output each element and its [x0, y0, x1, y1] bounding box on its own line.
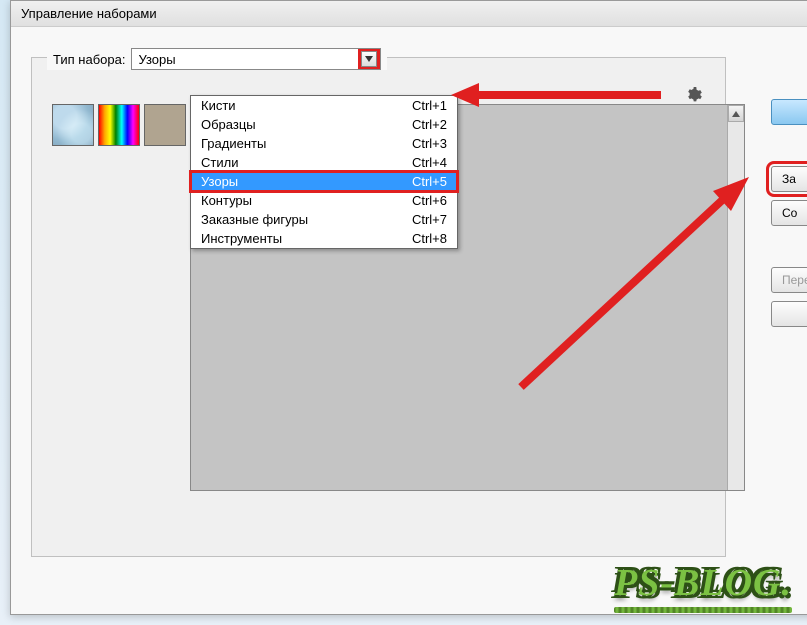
watermark-text: PS-BLOG.	[614, 561, 792, 605]
delete-button	[771, 301, 807, 327]
preset-type-combo[interactable]: Узоры	[131, 48, 381, 70]
preset-manager-window: Управление наборами Тип набора: Узоры	[10, 0, 807, 615]
dropdown-item-swatches[interactable]: Образцы Ctrl+2	[191, 115, 457, 134]
dropdown-item-custom-shapes[interactable]: Заказные фигуры Ctrl+7	[191, 210, 457, 229]
dropdown-item-tools[interactable]: Инструменты Ctrl+8	[191, 229, 457, 248]
rename-button: Пере	[771, 267, 807, 293]
dropdown-item-styles[interactable]: Стили Ctrl+4	[191, 153, 457, 172]
dropdown-item-brushes[interactable]: Кисти Ctrl+1	[191, 96, 457, 115]
dropdown-item-contours[interactable]: Контуры Ctrl+6	[191, 191, 457, 210]
pattern-thumb-bubbles[interactable]	[52, 104, 94, 146]
scroll-up-arrow[interactable]	[728, 105, 744, 122]
dropdown-item-patterns[interactable]: Узоры Ctrl+5	[191, 172, 457, 191]
gear-icon[interactable]	[686, 87, 702, 103]
annotation-arrow-to-load	[491, 177, 751, 397]
chevron-up-icon	[732, 111, 740, 117]
load-button[interactable]: За	[771, 166, 807, 192]
save-set-button[interactable]: Со	[771, 200, 807, 226]
annotation-arrow-to-dropdown	[451, 83, 661, 107]
dropdown-arrow-button[interactable]	[361, 51, 377, 67]
side-button-panel: За Со Пере	[771, 99, 807, 327]
pattern-thumb-texture[interactable]	[144, 104, 186, 146]
pattern-thumb-rainbow[interactable]	[98, 104, 140, 146]
preset-type-legend: Тип набора: Узоры	[47, 48, 387, 70]
preset-type-value: Узоры	[132, 52, 358, 67]
combo-arrow-highlight	[358, 49, 380, 69]
preset-type-dropdown: Кисти Ctrl+1 Образцы Ctrl+2 Градиенты Ct…	[190, 95, 458, 249]
window-titlebar: Управление наборами	[11, 1, 807, 27]
preset-thumbnails	[52, 104, 186, 146]
dropdown-item-gradients[interactable]: Градиенты Ctrl+3	[191, 134, 457, 153]
window-title: Управление наборами	[21, 6, 157, 21]
done-button[interactable]	[771, 99, 807, 125]
chevron-down-icon	[365, 56, 373, 62]
preset-type-label: Тип набора:	[53, 52, 125, 67]
window-content: Тип набора: Узоры	[11, 27, 807, 612]
